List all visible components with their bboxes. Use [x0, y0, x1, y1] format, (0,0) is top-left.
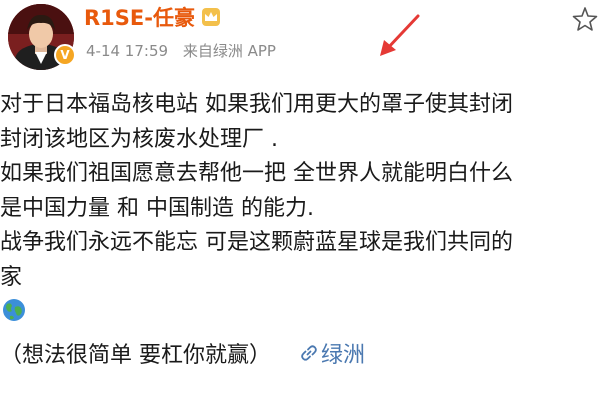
username[interactable]: R1SE-任豪: [84, 2, 221, 32]
earth-globe-icon: [3, 299, 25, 321]
annotation-arrow-icon: [380, 14, 420, 56]
post-line: 如果我们祖国愿意去帮他一把 全世界人就能明白什么: [0, 161, 513, 186]
post-timestamp: 4-14 17:59: [86, 42, 169, 60]
post-line: 是中国力量 和 中国制造 的能力.: [0, 195, 314, 221]
oasis-link-label[interactable]: 绿洲: [321, 337, 365, 369]
post-line: 战争我们永远不能忘 可是这颗蔚蓝星球是我们共同的: [0, 230, 513, 255]
post-closing-text: （想法很简单 要杠你就赢）: [0, 343, 271, 368]
oasis-link[interactable]: 绿洲: [299, 337, 365, 369]
post-footer-line: （想法很简单 要杠你就赢） 绿洲: [0, 337, 365, 369]
verified-badge: V: [54, 44, 76, 66]
post-line: 家: [0, 264, 23, 290]
post-line: 封闭该地区为核废水处理厂 .: [0, 126, 278, 152]
post-line: 对于日本福岛核电站 如果我们用更大的罩子使其封闭: [0, 92, 513, 117]
weibo-post: V R1SE-任豪 4-14 17:59 来自绿洲 APP 对于日本福岛核电站 …: [0, 0, 600, 400]
link-icon: [301, 345, 317, 361]
star-outline-icon[interactable]: [572, 6, 598, 32]
post-source: 来自绿洲 APP: [182, 42, 276, 60]
crown-badge-icon: [201, 8, 220, 26]
username-text[interactable]: R1SE-任豪: [84, 2, 195, 32]
post-meta: 4-14 17:59 来自绿洲 APP: [86, 40, 286, 61]
post-body: 对于日本福岛核电站 如果我们用更大的罩子使其封闭 封闭该地区为核废水处理厂 . …: [0, 88, 600, 295]
